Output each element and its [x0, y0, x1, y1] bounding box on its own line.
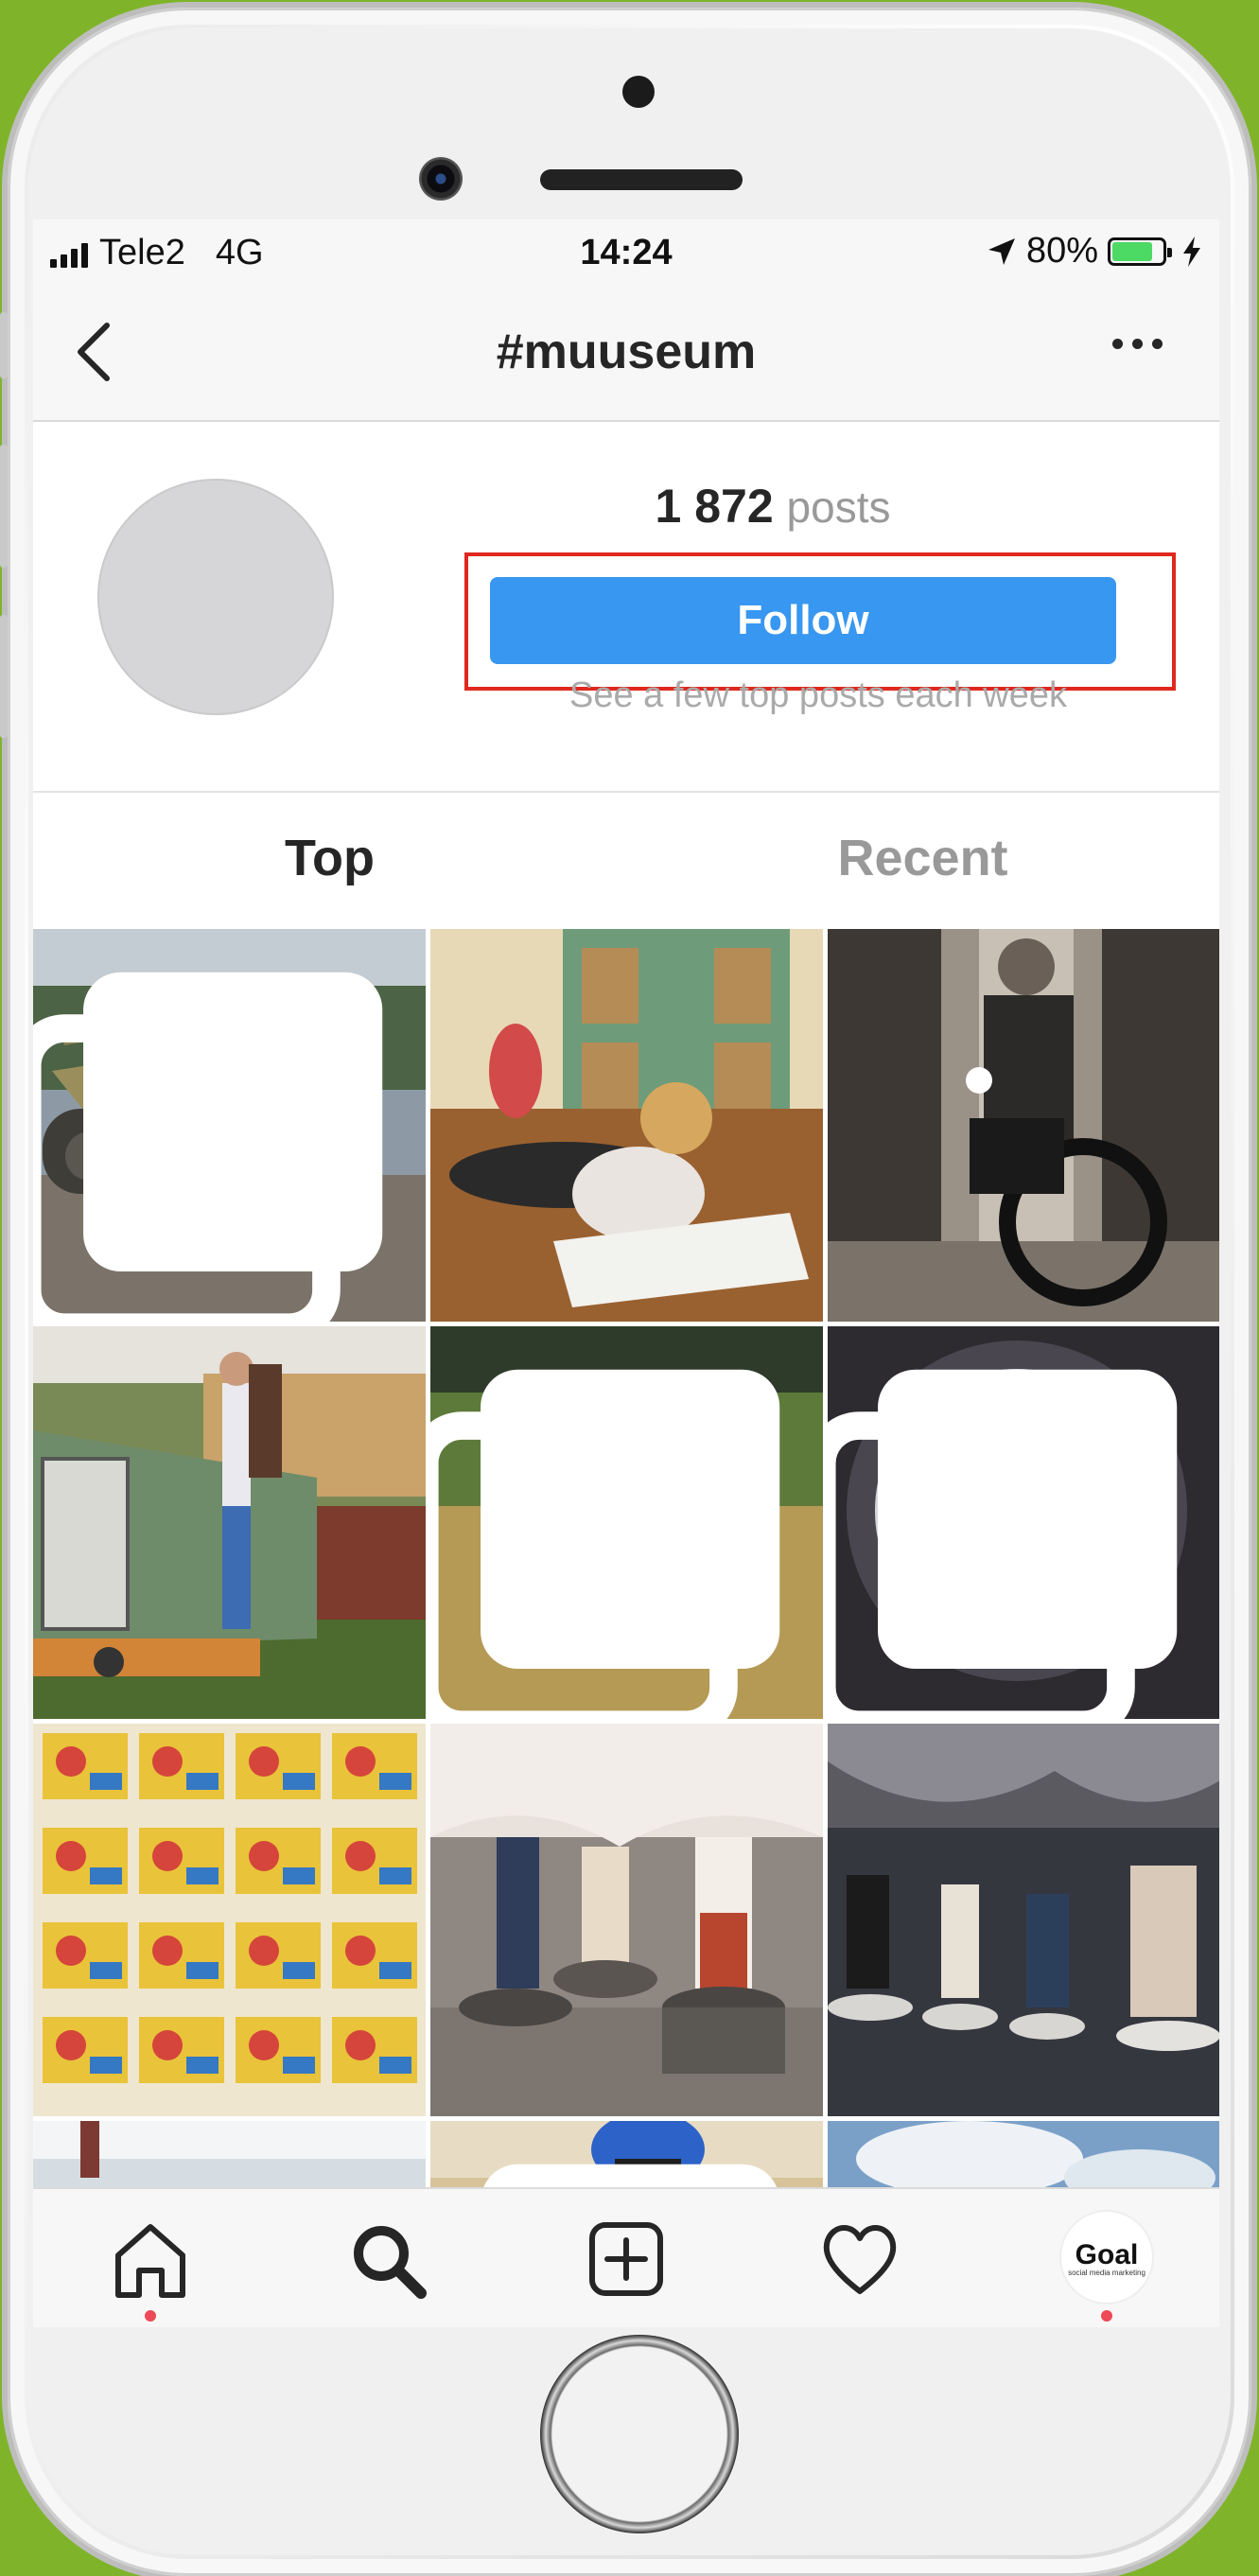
- multi-photo-icon: [430, 1369, 780, 1719]
- posts-label: posts: [786, 482, 891, 532]
- status-bar: Tele2 4G 14:24 80%: [33, 219, 1219, 286]
- battery-icon: [1108, 237, 1172, 266]
- grid-photo-poster-wall[interactable]: [33, 1724, 426, 2116]
- profile-logo-text: Goal: [1075, 2239, 1139, 2270]
- tab-top[interactable]: Top: [33, 829, 626, 887]
- hashtag-profile: 1 872 posts Follow See a few top posts e…: [33, 422, 1219, 793]
- multi-photo-icon: [483, 2164, 778, 2187]
- posts-count: 1 872: [655, 480, 774, 533]
- grid-photo-costumes-dark[interactable]: [828, 1724, 1219, 2116]
- volume-down-button: [0, 615, 8, 738]
- grid-photo-child-drawing[interactable]: [430, 929, 823, 1322]
- screen: Tele2 4G 14:24 80% #muuseum 1 872 posts …: [33, 219, 1219, 2327]
- page-title: #muuseum: [496, 324, 757, 379]
- grid-photo-porthole[interactable]: [828, 1326, 1219, 1719]
- grid-photo-motorcycle[interactable]: [828, 929, 1219, 1322]
- feed-tabs: Top Recent: [33, 793, 1219, 925]
- grid-photo-locomotive[interactable]: [33, 1326, 426, 1719]
- follow-subtitle: See a few top posts each week: [569, 675, 1067, 715]
- profile-notification-dot: [1101, 2310, 1112, 2322]
- volume-up-button: [0, 445, 8, 568]
- battery-percent: 80%: [1025, 231, 1098, 271]
- grid-photo-field-man[interactable]: [430, 1326, 823, 1719]
- add-post-icon[interactable]: [585, 2217, 668, 2301]
- earpiece-speaker: [540, 169, 743, 190]
- grid-photo-partial-2[interactable]: [430, 2121, 823, 2187]
- location-arrow-icon: [988, 237, 1015, 265]
- home-icon[interactable]: [109, 2217, 192, 2301]
- heart-icon[interactable]: [818, 2217, 901, 2301]
- nav-header: #muuseum: [33, 286, 1219, 422]
- search-icon[interactable]: [345, 2217, 428, 2301]
- home-notification-dot: [145, 2310, 156, 2322]
- multi-photo-icon: [33, 972, 383, 1322]
- proximity-sensor: [622, 76, 655, 108]
- more-dots-icon[interactable]: [1112, 339, 1163, 349]
- hashtag-avatar: [97, 479, 334, 715]
- profile-avatar[interactable]: Goal social media marketing: [1059, 2210, 1154, 2304]
- profile-logo-tagline: social media marketing: [1068, 2269, 1145, 2277]
- bottom-tab-bar: Goal social media marketing: [33, 2187, 1219, 2327]
- follow-button[interactable]: Follow: [490, 577, 1116, 664]
- grid-photo-partial-3[interactable]: [828, 2121, 1219, 2187]
- charging-bolt-icon: [1183, 236, 1200, 267]
- home-button[interactable]: [540, 2335, 739, 2533]
- grid-photo-costumes[interactable]: [430, 1724, 823, 2116]
- photo-grid: [33, 929, 1219, 2187]
- tab-recent[interactable]: Recent: [626, 829, 1219, 887]
- mute-switch: [0, 312, 8, 378]
- grid-photo-partial-1[interactable]: [33, 2121, 426, 2187]
- multi-photo-icon: [828, 1369, 1178, 1719]
- front-camera: [419, 157, 463, 201]
- grid-photo-tank[interactable]: [33, 929, 426, 1322]
- posts-stat: 1 872 posts: [466, 479, 1079, 534]
